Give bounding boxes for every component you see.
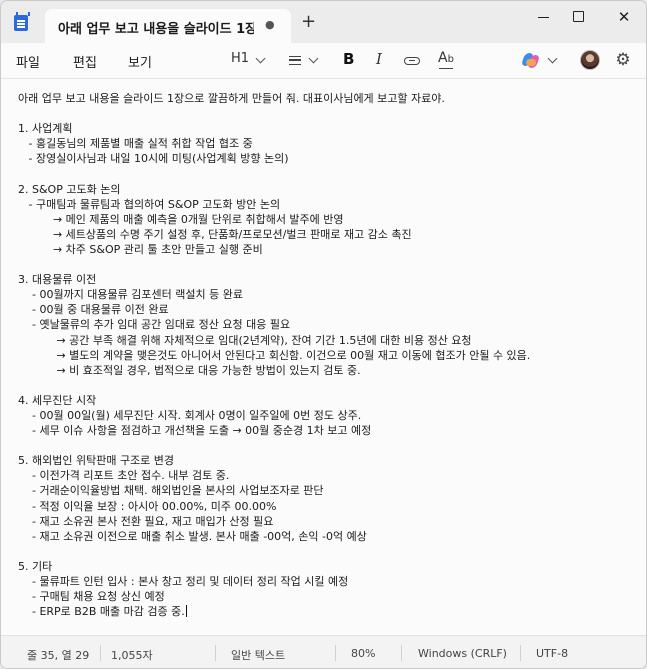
text-line: 3. 대용물류 이전 [18,273,97,287]
bold-button[interactable]: B [343,50,354,68]
text-line: - 장영실이사님과 내일 10시에 미팅(사업계획 방향 논의) [18,152,289,166]
menu-file[interactable]: 파일 [16,52,40,71]
text-line: 5. 해외법인 위탁판매 구조로 변경 [18,454,175,468]
heading-chevron-down-icon[interactable] [255,53,266,64]
text-line: 5. 기타 [18,559,53,573]
close-button[interactable]: ✕ [609,7,639,27]
text-line: - 적정 이익율 보장 : 아시아 00.00%, 미주 00.00% [18,499,277,513]
title-bar: 아래 업무 보고 내용을 슬라이드 1장. ● + ✕ [1,1,646,43]
maximize-button[interactable] [563,7,593,27]
text-line: - ERP로 B2B 매출 마감 검증 중. [18,605,187,619]
notepad-app-icon [14,12,30,31]
copilot-icon[interactable] [520,52,541,68]
text-line: 4. 세무진단 시작 [18,393,97,407]
encoding[interactable]: UTF-8 [536,647,568,660]
text-line: → 세트상품의 수명 주기 설정 후, 단품화/프로모션/벌크 판매로 재고 감… [18,227,412,241]
text-line: → 메인 제품의 매출 예측을 0개월 단위로 취합해서 발주에 반영 [18,212,344,226]
text-line: - 00월 중 대용물류 이전 완료 [18,303,169,317]
text-line [18,438,631,453]
document-tab[interactable]: 아래 업무 보고 내용을 슬라이드 1장. ● [45,9,291,43]
copilot-chevron-down-icon[interactable] [547,53,558,64]
line-ending[interactable]: Windows (CRLF) [418,647,507,660]
text-line: → 차주 S&OP 관리 툴 초안 만들고 실행 준비 [18,242,263,256]
text-line: - 구매팀 채용 요청 상신 예정 [18,590,165,604]
list-chevron-down-icon[interactable] [308,53,319,64]
unsaved-dot-icon[interactable]: ● [265,18,275,31]
notepad-window: 아래 업무 보고 내용을 슬라이드 1장. ● + ✕ 파일 편집 보기 H1 … [0,0,647,669]
text-line: - 00월 00일(월) 세무진단 시작. 회계사 0명이 일주일에 0번 정도… [18,408,362,422]
text-line: - 00월까지 대용물류 김포센터 랙설치 등 완료 [18,288,243,302]
avatar[interactable] [580,50,600,70]
text-line: - 재고 소유권 본사 전환 필요, 재고 매입가 산정 필요 [18,514,274,528]
text-line: - 거래순이익율방법 채택. 해외법인을 본사의 사업보조자로 판단 [18,484,324,498]
text-line: → 별도의 계약을 맺은것도 아니어서 안된다고 회신함. 이건으로 00월 재… [18,348,531,362]
text-cursor [185,605,187,618]
cursor-position: 줄 35, 열 29 [27,649,90,662]
text-line: - 물류파트 인턴 입사 : 본사 창고 정리 및 데이터 정리 작업 시킬 예… [18,575,349,588]
status-bar: 줄 35, 열 29 1,055자 일반 텍스트 80% Windows (CR… [1,635,646,668]
text-line: 아래 업무 보고 내용을 슬라이드 1장으로 깔끔하게 만들어 줘. 대표이사님… [18,92,445,105]
text-line: - 이전가격 리포트 초안 접수. 내부 검토 중. [18,469,230,483]
menu-bar: 파일 편집 보기 H1 B I Ab ⚙ [1,43,646,79]
gear-icon[interactable]: ⚙ [614,51,632,69]
text-line: → 공간 부족 해결 위해 자체적으로 임대(2년계약), 잔여 기간 1.5년… [18,333,472,347]
link-icon[interactable] [404,57,420,65]
spell-check-icon[interactable]: Ab [438,50,454,69]
text-line: - 옛날물류의 추가 임대 공간 임대료 정산 요청 대응 필요 [18,318,291,332]
zoom-level[interactable]: 80% [351,647,375,660]
text-line: - 세무 이슈 사항을 점검하고 개선책을 도출 → 00월 중순경 1차 보고… [18,424,372,438]
text-line [18,106,631,121]
text-line: - 구매팀과 물류팀과 협의하여 S&OP 고도화 방안 논의 [18,197,281,211]
text-line [18,166,631,181]
text-line [18,257,631,272]
text-editor[interactable]: 아래 업무 보고 내용을 슬라이드 1장으로 깔끔하게 만들어 줘. 대표이사님… [1,79,646,635]
list-icon[interactable] [289,56,301,65]
tab-title: 아래 업무 보고 내용을 슬라이드 1장. [58,22,254,37]
character-count: 1,055자 [111,649,153,662]
text-line: - 홍길동님의 제품별 매출 실적 취합 작업 협조 중 [18,137,253,151]
text-line: 2. S&OP 고도화 논의 [18,182,121,196]
text-format[interactable]: 일반 텍스트 [231,647,285,663]
text-line: 1. 사업계획 [18,122,73,136]
heading-dropdown[interactable]: H1 [231,51,249,66]
italic-button[interactable]: I [376,50,382,68]
minimize-button[interactable] [529,7,559,27]
menu-view[interactable]: 보기 [128,52,152,71]
text-line [18,378,631,393]
text-line [18,544,631,559]
text-line: - 재고 소유권 이전으로 매출 취소 발생. 본사 매출 -00억, 손익 -… [18,529,367,543]
new-tab-button[interactable]: + [301,13,316,31]
text-line: → 비 효조적일 경우, 법적으로 대응 가능한 방법이 있는지 검토 중. [18,363,361,377]
menu-edit[interactable]: 편집 [73,52,97,71]
